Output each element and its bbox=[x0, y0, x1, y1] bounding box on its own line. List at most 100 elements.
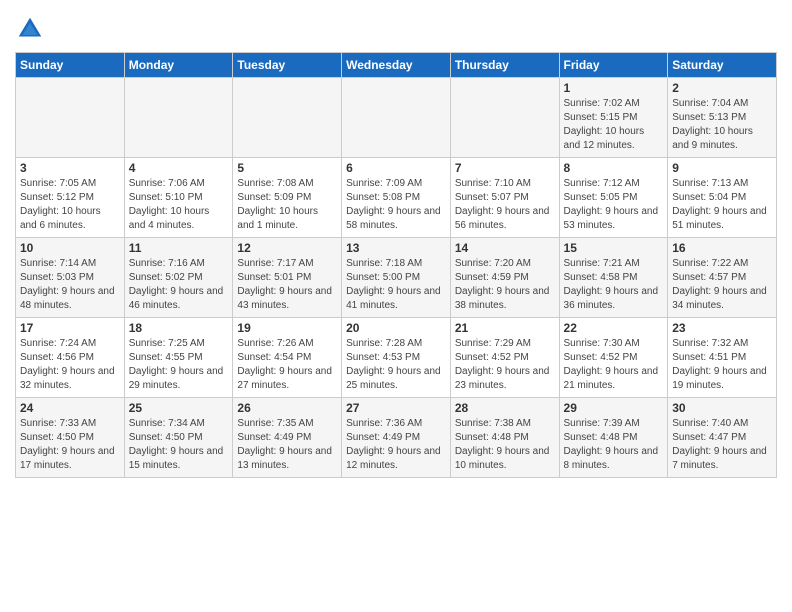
calendar-table: SundayMondayTuesdayWednesdayThursdayFrid… bbox=[15, 52, 777, 478]
page-container: SundayMondayTuesdayWednesdayThursdayFrid… bbox=[0, 0, 792, 488]
calendar-header-tuesday: Tuesday bbox=[233, 53, 342, 78]
calendar-header-row: SundayMondayTuesdayWednesdayThursdayFrid… bbox=[16, 53, 777, 78]
calendar-cell: 13 Sunrise: 7:18 AM Sunset: 5:00 PM Dayli… bbox=[342, 238, 451, 318]
day-info: Sunrise: 7:21 AM Sunset: 4:58 PM Dayligh… bbox=[564, 258, 659, 311]
calendar-cell: 2 Sunrise: 7:04 AM Sunset: 5:13 PM Daylig… bbox=[668, 78, 777, 158]
day-number: 6 bbox=[346, 161, 446, 175]
day-number: 30 bbox=[672, 401, 772, 415]
day-number: 4 bbox=[129, 161, 229, 175]
logo-icon bbox=[15, 14, 45, 44]
calendar-week-row: 1 Sunrise: 7:02 AM Sunset: 5:15 PM Daylig… bbox=[16, 78, 777, 158]
day-info: Sunrise: 7:18 AM Sunset: 5:00 PM Dayligh… bbox=[346, 258, 441, 311]
day-info: Sunrise: 7:30 AM Sunset: 4:52 PM Dayligh… bbox=[564, 338, 659, 391]
day-info: Sunrise: 7:36 AM Sunset: 4:49 PM Dayligh… bbox=[346, 418, 441, 471]
day-info: Sunrise: 7:33 AM Sunset: 4:50 PM Dayligh… bbox=[20, 418, 115, 471]
calendar-cell: 3 Sunrise: 7:05 AM Sunset: 5:12 PM Daylig… bbox=[16, 158, 125, 238]
day-info: Sunrise: 7:26 AM Sunset: 4:54 PM Dayligh… bbox=[237, 338, 332, 391]
calendar-header-sunday: Sunday bbox=[16, 53, 125, 78]
day-number: 17 bbox=[20, 321, 120, 335]
day-number: 25 bbox=[129, 401, 229, 415]
day-number: 26 bbox=[237, 401, 337, 415]
calendar-cell: 8Sunrise: 7:12 AM Sunset: 5:05 PM Daylig… bbox=[559, 158, 668, 238]
calendar-cell: 30 Sunrise: 7:40 AM Sunset: 4:47 PM Dayli… bbox=[668, 398, 777, 478]
day-info: Sunrise: 7:40 AM Sunset: 4:47 PM Dayligh… bbox=[672, 418, 767, 471]
day-info: Sunrise: 7:35 AM Sunset: 4:49 PM Dayligh… bbox=[237, 418, 332, 471]
calendar-cell: 6 Sunrise: 7:09 AM Sunset: 5:08 PM Daylig… bbox=[342, 158, 451, 238]
calendar-cell: 7 Sunrise: 7:10 AM Sunset: 5:07 PM Daylig… bbox=[450, 158, 559, 238]
day-number: 18 bbox=[129, 321, 229, 335]
calendar-header-wednesday: Wednesday bbox=[342, 53, 451, 78]
logo bbox=[15, 14, 47, 44]
calendar-cell: 16 Sunrise: 7:22 AM Sunset: 4:57 PM Dayli… bbox=[668, 238, 777, 318]
day-number: 13 bbox=[346, 241, 446, 255]
calendar-cell bbox=[124, 78, 233, 158]
day-number: 5 bbox=[237, 161, 337, 175]
day-info: Sunrise: 7:02 AM Sunset: 5:15 PM Dayligh… bbox=[564, 98, 645, 151]
calendar-cell: 27 Sunrise: 7:36 AM Sunset: 4:49 PM Dayli… bbox=[342, 398, 451, 478]
calendar-cell bbox=[233, 78, 342, 158]
day-number: 16 bbox=[672, 241, 772, 255]
calendar-week-row: 24 Sunrise: 7:33 AM Sunset: 4:50 PM Dayli… bbox=[16, 398, 777, 478]
calendar-cell bbox=[342, 78, 451, 158]
day-info: Sunrise: 7:14 AM Sunset: 5:03 PM Dayligh… bbox=[20, 258, 115, 311]
calendar-week-row: 3 Sunrise: 7:05 AM Sunset: 5:12 PM Daylig… bbox=[16, 158, 777, 238]
calendar-cell: 5 Sunrise: 7:08 AM Sunset: 5:09 PM Daylig… bbox=[233, 158, 342, 238]
calendar-cell: 18 Sunrise: 7:25 AM Sunset: 4:55 PM Dayli… bbox=[124, 318, 233, 398]
day-info: Sunrise: 7:16 AM Sunset: 5:02 PM Dayligh… bbox=[129, 258, 224, 311]
calendar-cell: 19 Sunrise: 7:26 AM Sunset: 4:54 PM Dayli… bbox=[233, 318, 342, 398]
calendar-cell: 10Sunrise: 7:14 AM Sunset: 5:03 PM Dayli… bbox=[16, 238, 125, 318]
calendar-cell: 14 Sunrise: 7:20 AM Sunset: 4:59 PM Dayli… bbox=[450, 238, 559, 318]
calendar-cell: 1 Sunrise: 7:02 AM Sunset: 5:15 PM Daylig… bbox=[559, 78, 668, 158]
day-info: Sunrise: 7:22 AM Sunset: 4:57 PM Dayligh… bbox=[672, 258, 767, 311]
day-info: Sunrise: 7:06 AM Sunset: 5:10 PM Dayligh… bbox=[129, 178, 210, 231]
calendar-week-row: 10Sunrise: 7:14 AM Sunset: 5:03 PM Dayli… bbox=[16, 238, 777, 318]
day-info: Sunrise: 7:17 AM Sunset: 5:01 PM Dayligh… bbox=[237, 258, 332, 311]
day-info: Sunrise: 7:25 AM Sunset: 4:55 PM Dayligh… bbox=[129, 338, 224, 391]
calendar-cell bbox=[16, 78, 125, 158]
day-info: Sunrise: 7:08 AM Sunset: 5:09 PM Dayligh… bbox=[237, 178, 318, 231]
day-info: Sunrise: 7:20 AM Sunset: 4:59 PM Dayligh… bbox=[455, 258, 550, 311]
day-info: Sunrise: 7:05 AM Sunset: 5:12 PM Dayligh… bbox=[20, 178, 101, 231]
day-number: 11 bbox=[129, 241, 229, 255]
calendar-cell: 23Sunrise: 7:32 AM Sunset: 4:51 PM Dayli… bbox=[668, 318, 777, 398]
day-info: Sunrise: 7:10 AM Sunset: 5:07 PM Dayligh… bbox=[455, 178, 550, 231]
day-info: Sunrise: 7:29 AM Sunset: 4:52 PM Dayligh… bbox=[455, 338, 550, 391]
day-info: Sunrise: 7:34 AM Sunset: 4:50 PM Dayligh… bbox=[129, 418, 224, 471]
calendar-cell: 17 Sunrise: 7:24 AM Sunset: 4:56 PM Dayli… bbox=[16, 318, 125, 398]
day-info: Sunrise: 7:38 AM Sunset: 4:48 PM Dayligh… bbox=[455, 418, 550, 471]
calendar-header-thursday: Thursday bbox=[450, 53, 559, 78]
day-number: 3 bbox=[20, 161, 120, 175]
day-number: 8 bbox=[564, 161, 664, 175]
day-info: Sunrise: 7:39 AM Sunset: 4:48 PM Dayligh… bbox=[564, 418, 659, 471]
day-number: 24 bbox=[20, 401, 120, 415]
calendar-cell: 26 Sunrise: 7:35 AM Sunset: 4:49 PM Dayli… bbox=[233, 398, 342, 478]
day-number: 7 bbox=[455, 161, 555, 175]
day-number: 19 bbox=[237, 321, 337, 335]
calendar-cell: 15Sunrise: 7:21 AM Sunset: 4:58 PM Dayli… bbox=[559, 238, 668, 318]
calendar-cell: 21 Sunrise: 7:29 AM Sunset: 4:52 PM Dayli… bbox=[450, 318, 559, 398]
day-number: 27 bbox=[346, 401, 446, 415]
calendar-cell: 28 Sunrise: 7:38 AM Sunset: 4:48 PM Dayli… bbox=[450, 398, 559, 478]
calendar-cell: 24 Sunrise: 7:33 AM Sunset: 4:50 PM Dayli… bbox=[16, 398, 125, 478]
page-header bbox=[15, 10, 777, 44]
calendar-cell: 29 Sunrise: 7:39 AM Sunset: 4:48 PM Dayli… bbox=[559, 398, 668, 478]
calendar-cell bbox=[450, 78, 559, 158]
day-info: Sunrise: 7:09 AM Sunset: 5:08 PM Dayligh… bbox=[346, 178, 441, 231]
calendar-cell: 12Sunrise: 7:17 AM Sunset: 5:01 PM Dayli… bbox=[233, 238, 342, 318]
day-number: 29 bbox=[564, 401, 664, 415]
day-info: Sunrise: 7:04 AM Sunset: 5:13 PM Dayligh… bbox=[672, 98, 753, 151]
day-info: Sunrise: 7:28 AM Sunset: 4:53 PM Dayligh… bbox=[346, 338, 441, 391]
day-info: Sunrise: 7:24 AM Sunset: 4:56 PM Dayligh… bbox=[20, 338, 115, 391]
day-number: 1 bbox=[564, 81, 664, 95]
calendar-cell: 4 Sunrise: 7:06 AM Sunset: 5:10 PM Daylig… bbox=[124, 158, 233, 238]
day-number: 2 bbox=[672, 81, 772, 95]
calendar-cell: 20Sunrise: 7:28 AM Sunset: 4:53 PM Dayli… bbox=[342, 318, 451, 398]
day-number: 14 bbox=[455, 241, 555, 255]
calendar-cell: 25 Sunrise: 7:34 AM Sunset: 4:50 PM Dayli… bbox=[124, 398, 233, 478]
calendar-cell: 9Sunrise: 7:13 AM Sunset: 5:04 PM Daylig… bbox=[668, 158, 777, 238]
calendar-week-row: 17 Sunrise: 7:24 AM Sunset: 4:56 PM Dayli… bbox=[16, 318, 777, 398]
day-number: 21 bbox=[455, 321, 555, 335]
calendar-cell: 22Sunrise: 7:30 AM Sunset: 4:52 PM Dayli… bbox=[559, 318, 668, 398]
day-number: 28 bbox=[455, 401, 555, 415]
calendar-header-friday: Friday bbox=[559, 53, 668, 78]
